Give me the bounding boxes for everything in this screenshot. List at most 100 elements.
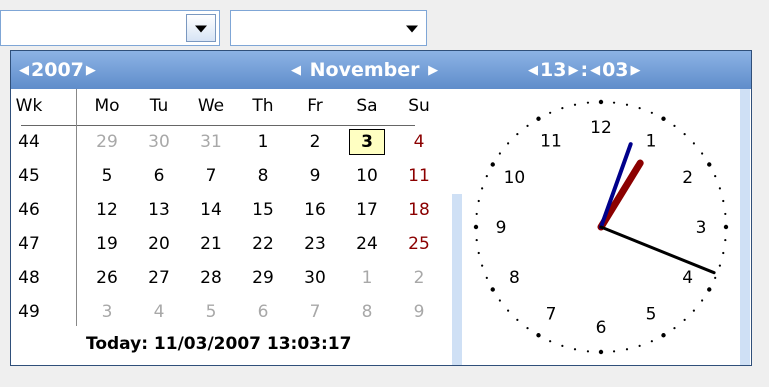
today-link[interactable]: Today: 11/03/2007 13:03:17 xyxy=(86,334,351,354)
day-cell[interactable]: 4 xyxy=(393,125,445,159)
prev-minute-icon[interactable]: ◀ xyxy=(588,63,602,78)
day-cell[interactable]: 17 xyxy=(341,193,393,227)
day-cell[interactable]: 1 xyxy=(341,261,393,295)
day-cell[interactable]: 2 xyxy=(289,125,341,159)
day-cell[interactable]: 5 xyxy=(81,159,133,193)
clock-number: 12 xyxy=(590,118,612,138)
clock-tick xyxy=(718,264,721,267)
clock-tick xyxy=(473,224,479,230)
clock-tick xyxy=(612,101,616,104)
clock-tick xyxy=(722,199,725,203)
day-cell[interactable]: 8 xyxy=(341,295,393,329)
year-label[interactable]: 2007 xyxy=(31,59,84,81)
minute-label[interactable]: 03 xyxy=(602,59,628,81)
day-cell[interactable]: 9 xyxy=(289,159,341,193)
clock-tick xyxy=(722,251,725,255)
day-cell[interactable]: 30 xyxy=(133,125,185,159)
clock-tick xyxy=(673,124,676,127)
day-cell[interactable]: 30 xyxy=(289,261,341,295)
day-cell[interactable]: 6 xyxy=(237,295,289,329)
day-cell[interactable]: 1 xyxy=(237,125,289,159)
prev-month-icon[interactable]: ◀ xyxy=(289,63,303,78)
day-cell[interactable]: 7 xyxy=(185,159,237,193)
right-scrollbar[interactable] xyxy=(740,89,750,365)
selected-day[interactable]: 3 xyxy=(341,125,393,159)
day-cell[interactable]: 5 xyxy=(185,295,237,329)
clock-tick xyxy=(598,99,604,105)
clock-tick xyxy=(573,348,577,351)
day-cell[interactable]: 31 xyxy=(185,125,237,159)
clock-tick xyxy=(718,187,721,190)
week-number: 45 xyxy=(18,166,40,186)
day-cell[interactable]: 23 xyxy=(289,227,341,261)
clock-tick xyxy=(586,101,590,104)
day-cell[interactable]: 26 xyxy=(81,261,133,295)
day-cell[interactable]: 15 xyxy=(237,193,289,227)
day-header: Fr xyxy=(307,96,323,116)
clock-tick xyxy=(561,107,564,110)
clock-number: 10 xyxy=(504,168,526,188)
day-cell[interactable]: 6 xyxy=(133,159,185,193)
clock-number: 5 xyxy=(646,305,657,325)
day-cell[interactable]: 20 xyxy=(133,227,185,261)
hour-label[interactable]: 13 xyxy=(540,59,566,81)
day-cell[interactable]: 13 xyxy=(133,193,185,227)
clock-number: 6 xyxy=(596,318,607,338)
day-cell[interactable]: 27 xyxy=(133,261,185,295)
clock-tick xyxy=(714,276,717,279)
month-label[interactable]: November xyxy=(310,59,420,81)
clock-tick xyxy=(586,350,590,353)
month-selector: ◀ November ▶ xyxy=(289,51,440,89)
clock-number: 11 xyxy=(540,131,562,151)
next-year-icon[interactable]: ▶ xyxy=(84,63,98,78)
date-dropdown-button[interactable] xyxy=(186,14,216,42)
day-cell[interactable]: 16 xyxy=(289,193,341,227)
day-cell[interactable]: 29 xyxy=(81,125,133,159)
day-cell[interactable]: 7 xyxy=(289,295,341,329)
year-selector: ◀ 2007 ▶ xyxy=(17,51,98,89)
day-cell[interactable]: 12 xyxy=(81,193,133,227)
left-scrollbar[interactable] xyxy=(452,89,462,365)
date-input[interactable] xyxy=(0,10,220,46)
day-cell[interactable]: 25 xyxy=(393,227,445,261)
dropdown-arrow-icon xyxy=(195,25,207,33)
next-hour-icon[interactable]: ▶ xyxy=(566,63,580,78)
clock-tick xyxy=(723,224,729,230)
day-cell[interactable]: 11 xyxy=(393,159,445,193)
prev-hour-icon[interactable]: ◀ xyxy=(526,63,540,78)
day-cell[interactable]: 24 xyxy=(341,227,393,261)
clock-number: 3 xyxy=(696,218,707,238)
day-cell[interactable]: 9 xyxy=(393,295,445,329)
clock-tick xyxy=(477,199,480,203)
week-column-header: Wk xyxy=(15,96,43,116)
day-cell[interactable]: 4 xyxy=(133,295,185,329)
dropdown-arrow-icon[interactable] xyxy=(406,25,418,33)
clock-tick xyxy=(481,264,484,267)
day-cell[interactable]: 14 xyxy=(185,193,237,227)
day-cell[interactable]: 21 xyxy=(185,227,237,261)
clock-tick xyxy=(701,299,704,302)
next-minute-icon[interactable]: ▶ xyxy=(629,63,643,78)
time-separator: : xyxy=(580,59,589,81)
day-cell[interactable]: 18 xyxy=(393,193,445,227)
clock-number: 4 xyxy=(682,268,693,288)
day-cell[interactable]: 28 xyxy=(185,261,237,295)
clock-tick xyxy=(625,103,629,106)
day-cell[interactable]: 19 xyxy=(81,227,133,261)
combo-input[interactable] xyxy=(230,10,427,46)
clock-tick xyxy=(714,175,717,178)
day-cell[interactable]: 8 xyxy=(237,159,289,193)
clock-tick xyxy=(692,142,695,145)
prev-year-icon[interactable]: ◀ xyxy=(17,63,31,78)
day-cell[interactable]: 3 xyxy=(81,295,133,329)
next-month-icon[interactable]: ▶ xyxy=(426,63,440,78)
day-cell[interactable]: 10 xyxy=(341,159,393,193)
clock-tick xyxy=(661,116,666,121)
clock-tick xyxy=(638,344,641,347)
day-cell[interactable]: 29 xyxy=(237,261,289,295)
day-cell[interactable]: 2 xyxy=(393,261,445,295)
day-cell[interactable]: 22 xyxy=(237,227,289,261)
clock-tick xyxy=(561,344,564,347)
clock-tick xyxy=(683,133,686,136)
clock-tick xyxy=(498,299,501,302)
